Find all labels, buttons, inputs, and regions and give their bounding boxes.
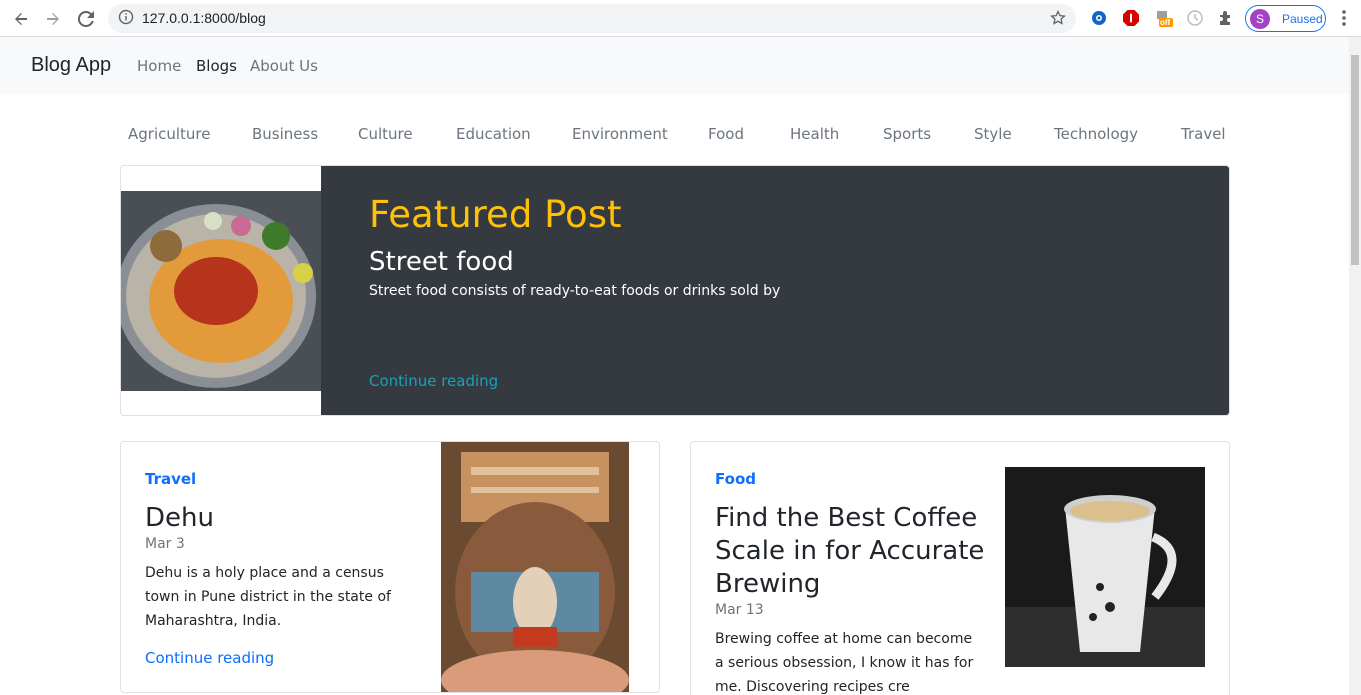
post-date: Mar 3 [145, 536, 185, 552]
post-date: Mar 13 [715, 602, 764, 618]
site-navbar: Blog App Home Blogs About Us [0, 37, 1349, 94]
back-arrow-icon [15, 13, 27, 25]
adblock-extension-icon[interactable] [1120, 7, 1142, 29]
avatar: S [1250, 8, 1270, 29]
category-food[interactable]: Food [708, 125, 744, 143]
back-button[interactable] [8, 6, 34, 32]
post-category[interactable]: Food [715, 470, 756, 488]
url-text[interactable]: 127.0.0.1:8000/blog [142, 10, 266, 26]
extension-timer-icon[interactable] [1184, 7, 1206, 29]
post-category[interactable]: Travel [145, 470, 196, 488]
featured-excerpt: Street food consists of ready-to-eat foo… [369, 283, 781, 299]
reload-button[interactable] [73, 6, 99, 32]
category-travel[interactable]: Travel [1181, 125, 1226, 143]
forward-arrow-icon [47, 13, 59, 25]
category-technology[interactable]: Technology [1054, 125, 1138, 143]
post-title-line: Brewing [715, 569, 821, 599]
scrollbar-thumb[interactable] [1351, 55, 1359, 265]
address-bar[interactable]: 127.0.0.1:8000/blog [108, 4, 1076, 33]
nav-home[interactable]: Home [137, 57, 181, 75]
post-card: Food Find the Best Coffee Scale in for A… [690, 441, 1230, 695]
nav-blogs[interactable]: Blogs [196, 57, 237, 75]
post-image [441, 442, 629, 692]
nav-about-us[interactable]: About Us [250, 57, 318, 75]
post-title-line: Scale in for Accurate [715, 536, 985, 566]
post-excerpt-line: Maharashtra, India. [145, 613, 282, 629]
post-excerpt-line: town in Pune district in the state of [145, 589, 391, 605]
post-excerpt-line: Brewing coffee at home can become [715, 631, 973, 647]
extensions-puzzle-icon[interactable] [1215, 7, 1237, 29]
reload-icon [78, 11, 94, 27]
category-health[interactable]: Health [790, 125, 839, 143]
featured-title: Street food [369, 247, 514, 277]
forward-button[interactable] [40, 6, 66, 32]
post-title: Dehu [145, 503, 214, 533]
category-business[interactable]: Business [252, 125, 318, 143]
post-excerpt-line: a serious obsession, I know it has for [715, 655, 974, 671]
page-scrollbar[interactable] [1349, 37, 1361, 695]
category-sports[interactable]: Sports [883, 125, 931, 143]
category-education[interactable]: Education [456, 125, 531, 143]
featured-continue-link[interactable]: Continue reading [369, 372, 498, 390]
category-culture[interactable]: Culture [358, 125, 413, 143]
browser-menu-icon[interactable] [1333, 7, 1355, 29]
post-excerpt-line: me. Discovering recipes cre [715, 679, 910, 695]
featured-post-card: Featured Post Street food Street food co… [120, 165, 1230, 416]
featured-heading: Featured Post [369, 193, 622, 236]
category-environment[interactable]: Environment [572, 125, 668, 143]
post-excerpt-line: Dehu is a holy place and a census [145, 565, 384, 581]
post-continue-link[interactable]: Continue reading [145, 649, 274, 667]
page-content: Blog App Home Blogs About Us Agriculture… [0, 37, 1349, 695]
featured-post-image [121, 191, 321, 391]
post-title-line: Find the Best Coffee [715, 503, 978, 533]
post-card: Travel Dehu Mar 3 Dehu is a holy place a… [120, 441, 660, 693]
profile-status: Paused [1282, 11, 1323, 26]
brand-link[interactable]: Blog App [31, 54, 111, 77]
browser-toolbar: 127.0.0.1:8000/blog off S Paused [0, 0, 1361, 37]
extension-globe-icon[interactable] [1088, 7, 1110, 29]
extension-badge: off [1160, 18, 1171, 27]
extension-off-icon[interactable]: off [1153, 7, 1175, 29]
featured-post-body: Featured Post Street food Street food co… [321, 166, 1229, 415]
info-icon[interactable] [118, 9, 134, 29]
profile-button[interactable]: S Paused [1245, 5, 1326, 32]
bookmark-star-icon[interactable] [1050, 9, 1066, 30]
category-agriculture[interactable]: Agriculture [128, 125, 211, 143]
category-style[interactable]: Style [974, 125, 1012, 143]
post-image [1005, 467, 1205, 667]
